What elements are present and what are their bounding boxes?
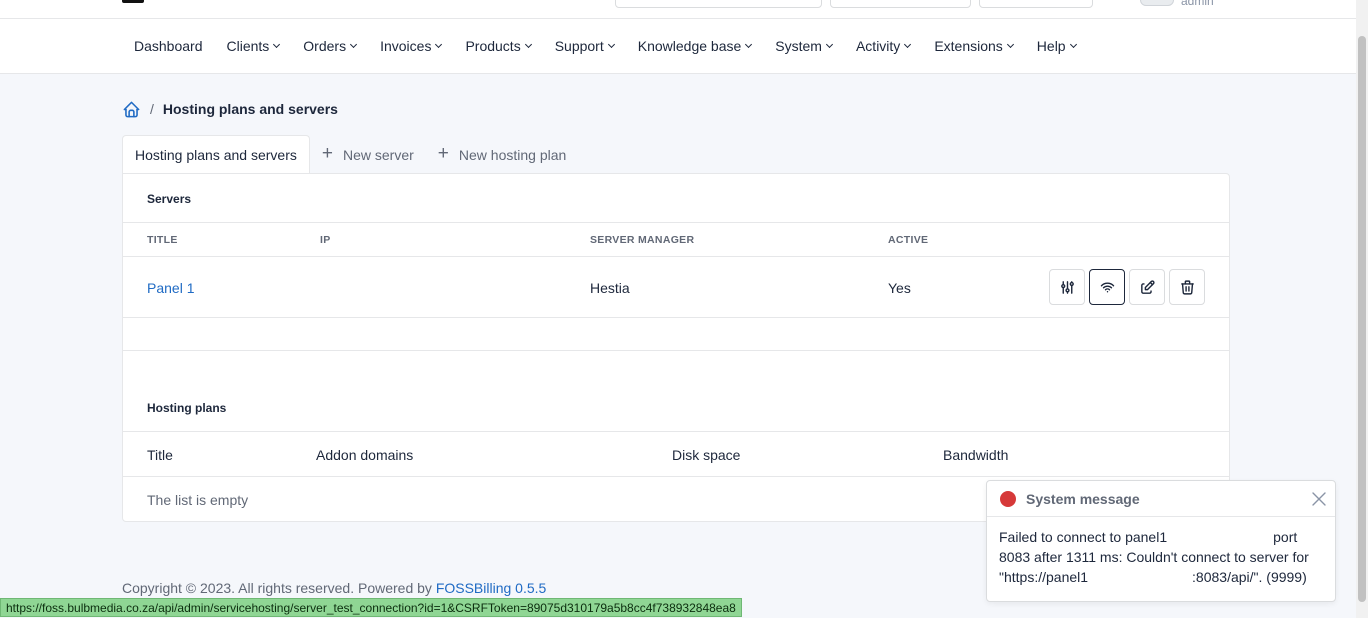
system-message-toast: System message Failed to connect to pane… <box>986 480 1336 602</box>
nav-item-label: Products <box>465 38 521 54</box>
tab-label: New hosting plan <box>458 146 567 163</box>
nav-item-label: Activity <box>855 38 901 54</box>
page-scrollbar[interactable] <box>1356 0 1368 618</box>
browser-status-url: https://foss.bulbmedia.co.za/api/admin/s… <box>0 598 742 617</box>
nav-item-label: System <box>775 38 822 54</box>
nav-item-extensions[interactable]: Extensions <box>922 19 1024 73</box>
nav-item-label: Support <box>554 38 604 54</box>
column-header-disk-space[interactable]: Disk space <box>672 447 740 463</box>
server-active: Yes <box>888 280 911 296</box>
chevron-down-icon <box>524 40 532 49</box>
breadcrumb-separator: / <box>150 101 154 117</box>
toast-title: System message <box>1026 490 1140 507</box>
nav-item-label: Clients <box>226 38 270 54</box>
divider <box>123 256 1229 257</box>
user-name[interactable]: admin <box>1181 0 1214 8</box>
hosting-plans-section-title: Hosting plans <box>147 401 227 415</box>
nav-item-system[interactable]: System <box>763 19 844 73</box>
server-title-link[interactable]: Panel 1 <box>147 280 194 296</box>
chevron-down-icon <box>350 40 358 49</box>
scrollbar-thumb[interactable] <box>1358 36 1366 602</box>
sliders-icon <box>1060 280 1074 294</box>
edit-server-button[interactable] <box>1129 269 1165 305</box>
server-config-button[interactable] <box>1049 269 1085 305</box>
chevron-down-icon <box>1006 40 1014 49</box>
toast-header: System message <box>987 481 1335 517</box>
top-header: admin <box>0 0 1356 19</box>
delete-server-button[interactable] <box>1169 269 1205 305</box>
nav-item-label: Knowledge base <box>637 38 742 54</box>
empty-list-message: The list is empty <box>147 492 249 508</box>
divider <box>123 350 1229 351</box>
nav-item-activity[interactable]: Activity <box>844 19 922 73</box>
copyright-text: Copyright © 2023. All rights reserved. P… <box>122 580 432 596</box>
footer: Copyright © 2023. All rights reserved. P… <box>122 580 546 596</box>
nav-item-invoices[interactable]: Invoices <box>368 19 453 73</box>
wifi-icon <box>1100 282 1114 292</box>
nav-item-label: Extensions <box>934 38 1003 54</box>
error-status-dot <box>1000 490 1016 507</box>
nav-item-clients[interactable]: Clients <box>215 19 292 73</box>
column-header-addon-domains[interactable]: Addon domains <box>316 447 413 463</box>
chevron-down-icon <box>273 40 281 49</box>
column-header-title[interactable]: Title <box>147 447 173 463</box>
column-header-title[interactable]: TITLE <box>147 234 178 246</box>
nav-item-orders[interactable]: Orders <box>291 19 368 73</box>
toast-body: Failed to connect to panel1 port 8083 aft… <box>987 517 1335 597</box>
nav-item-help[interactable]: Help <box>1025 19 1088 73</box>
content-card: Servers TITLE IP SERVER MANAGER ACTIVE P… <box>122 173 1230 522</box>
server-manager: Hestia <box>590 280 630 296</box>
nav-item-label: Orders <box>303 38 347 54</box>
breadcrumb: / Hosting plans and servers <box>122 99 338 119</box>
tab-new-hosting-plan[interactable]: + New hosting plan <box>426 135 579 174</box>
chevron-down-icon <box>745 40 753 49</box>
header-button[interactable] <box>979 0 1093 8</box>
divider <box>123 431 1229 432</box>
chevron-down-icon <box>825 40 834 49</box>
toast-text: 8083 after 1311 ms: Couldn't connect to … <box>999 549 1309 565</box>
chevron-down-icon <box>904 40 912 49</box>
test-connection-button[interactable] <box>1089 269 1125 305</box>
column-header-bandwidth[interactable]: Bandwidth <box>943 447 1008 463</box>
plus-icon: + <box>321 143 333 164</box>
logo[interactable] <box>122 0 144 3</box>
chevron-down-icon <box>607 40 615 49</box>
header-select[interactable] <box>830 0 971 8</box>
main-nav: Dashboard Clients Orders Invoices Products Su… <box>0 19 1356 74</box>
nav-item-products[interactable]: Products <box>453 19 542 73</box>
toast-text: Failed to connect to panel1 <box>999 529 1168 545</box>
trash-icon <box>1180 279 1194 295</box>
fossbilling-link[interactable]: FOSSBilling 0.5.5 <box>436 580 547 596</box>
chevron-down-icon <box>435 40 443 49</box>
servers-section-title: Servers <box>147 192 192 206</box>
column-header-server-manager[interactable]: SERVER MANAGER <box>590 234 694 246</box>
nav-item-dashboard[interactable]: Dashboard <box>122 19 215 73</box>
tab-new-server[interactable]: + New server <box>310 135 426 174</box>
search-input[interactable] <box>615 0 822 8</box>
chevron-down-icon <box>1069 40 1077 49</box>
nav-item-label: Help <box>1036 38 1066 54</box>
divider <box>123 317 1229 318</box>
page-title: Hosting plans and servers <box>162 101 338 117</box>
column-header-ip[interactable]: IP <box>320 234 331 246</box>
nav-item-support[interactable]: Support <box>543 19 626 73</box>
column-header-active[interactable]: ACTIVE <box>888 234 928 246</box>
tab-label: New server <box>342 146 414 163</box>
home-icon[interactable] <box>122 100 141 119</box>
tab-bar: Hosting plans and servers + New server +… <box>122 135 578 174</box>
avatar[interactable] <box>1140 0 1174 6</box>
nav-item-knowledge-base[interactable]: Knowledge base <box>626 19 764 73</box>
divider <box>123 222 1229 223</box>
tab-hosting-plans-and-servers[interactable]: Hosting plans and servers <box>122 135 310 174</box>
tab-label: Hosting plans and servers <box>135 146 297 163</box>
plus-icon: + <box>437 143 449 164</box>
close-icon[interactable] <box>1311 491 1327 507</box>
nav-item-label: Dashboard <box>134 38 203 54</box>
toast-text: "https://panel1 <box>999 569 1089 585</box>
divider <box>123 476 1229 477</box>
nav-item-label: Invoices <box>380 38 432 54</box>
toast-text: port <box>1273 529 1298 545</box>
edit-icon <box>1140 279 1155 294</box>
toast-text: :8083/api/". (9999) <box>1192 569 1307 585</box>
